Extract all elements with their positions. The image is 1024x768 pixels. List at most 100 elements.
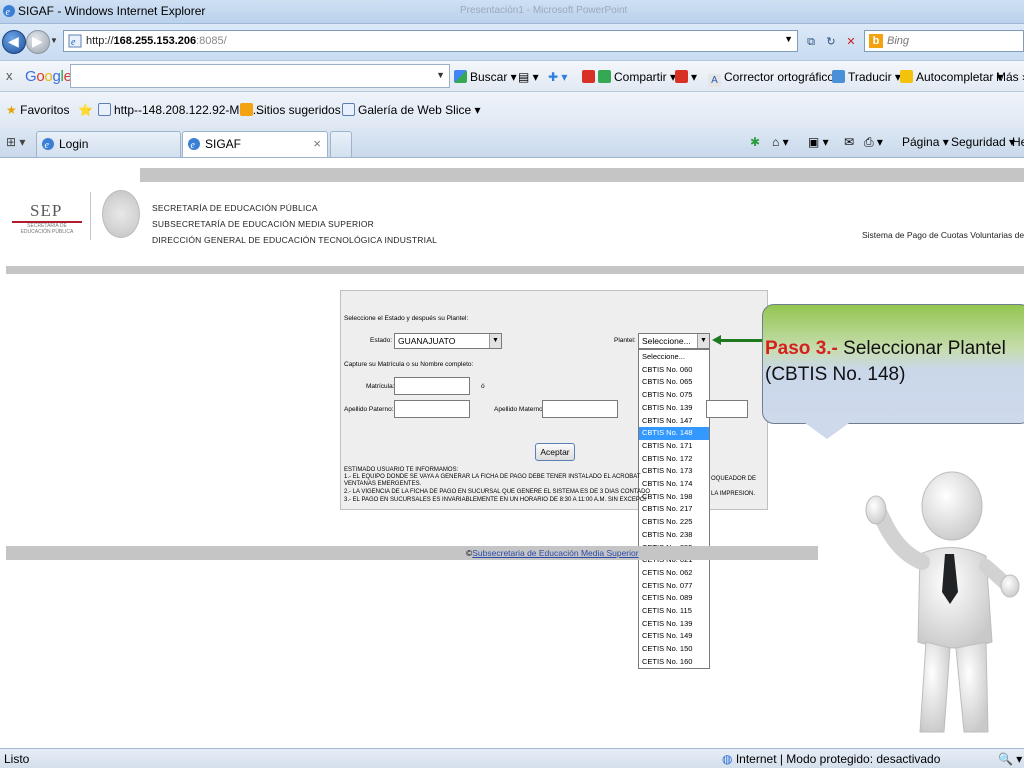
notice-line: 1.- EL EQUIPO DONDE SE VAYA A GENERAR LA… (344, 474, 641, 480)
plantel-select[interactable]: Seleccione... ▼ (638, 333, 710, 349)
estado-select[interactable]: GUANAJUATO ▼ (394, 333, 502, 349)
address-bar[interactable]: e http://168.255.153.206:8085/ ▼ (63, 30, 798, 52)
plantel-option[interactable]: CBTIS No. 172 (639, 453, 709, 466)
sep-logo-subtitle: SECRETARÍA DE EDUCACIÓN PÚBLICA (20, 223, 74, 235)
apellido-materno-input[interactable] (542, 400, 618, 418)
plantel-option[interactable]: CETIS No. 160 (639, 656, 709, 669)
plantel-option[interactable]: Seleccione... (639, 351, 709, 364)
forward-arrow-icon: ▶ (32, 33, 43, 49)
url-dropdown-icon[interactable]: ▼ (784, 34, 793, 44)
footer-band (6, 546, 818, 560)
sep-logo-text: SEP (30, 201, 63, 220)
ghost-window-title: Presentación1 - Microsoft PowerPoint (460, 5, 628, 16)
more-button[interactable]: Más » (996, 70, 1024, 84)
pointer-arrowhead (712, 335, 721, 345)
plantel-option[interactable]: CBTIS No. 217 (639, 503, 709, 516)
share-button[interactable]: Compartir ▾ (582, 70, 676, 84)
plantel-option[interactable]: CETIS No. 115 (639, 605, 709, 618)
tab-login[interactable]: e Login (36, 131, 181, 157)
notice-line: VENTANAS EMERGENTES. (344, 481, 422, 487)
pencil-icon (900, 70, 913, 83)
compat-view-icon[interactable]: ⧉ (803, 34, 819, 50)
system-title: Sistema de Pago de Cuotas Voluntarias de… (862, 230, 1024, 240)
zoom-icon[interactable]: 🔍 ▾ (998, 752, 1022, 766)
back-arrow-icon: ◀ (8, 33, 19, 49)
tab-sigaf[interactable]: e SIGAF × (182, 131, 328, 157)
svg-text:e: e (6, 7, 11, 18)
back-button[interactable]: ◀ (2, 30, 26, 54)
spellcheck-button[interactable]: A Corrector ortográfico ▾ (708, 70, 843, 87)
rss-icon[interactable]: ▣ ▾ (808, 135, 829, 149)
plantel-option[interactable]: CETIS No. 062 (639, 567, 709, 580)
plantel-option[interactable]: CBTIS No. 148 (639, 427, 709, 440)
footer-link[interactable]: Subsecretaria de Educación Media Superio… (472, 548, 638, 558)
callout-step: Paso 3.- (765, 338, 838, 359)
plantel-option[interactable]: CETIS No. 150 (639, 643, 709, 656)
plantel-option[interactable]: CETIS No. 077 (639, 580, 709, 593)
plantel-option[interactable]: CBTIS No. 065 (639, 376, 709, 389)
plus-tools-icon[interactable]: ✚ ▾ (548, 70, 567, 84)
status-text: Listo (4, 752, 30, 766)
plantel-dropdown-list[interactable]: Seleccione... CBTIS No. 060 CBTIS No. 065 C… (638, 349, 710, 669)
favorites-button[interactable]: ★ Favoritos (6, 103, 69, 117)
aceptar-button[interactable]: Aceptar (535, 443, 575, 461)
toolbar-close-icon[interactable]: x (6, 68, 13, 83)
plantel-option[interactable]: CBTIS No. 147 (639, 415, 709, 428)
google-search-input[interactable]: ▼ (70, 64, 450, 88)
search-box[interactable]: b Bing (864, 30, 1024, 52)
add-favorite-icon[interactable]: ⭐ (78, 103, 93, 117)
chevron-down-icon: ▼ (697, 334, 709, 348)
plantel-option[interactable]: CBTIS No. 060 (639, 364, 709, 377)
plantel-option[interactable]: CETIS No. 139 (639, 618, 709, 631)
refresh-icon[interactable]: ↻ (823, 34, 839, 50)
forward-button[interactable]: ▶ (26, 30, 50, 54)
feeds-green-icon[interactable]: ✱ (750, 135, 760, 149)
page-icon (342, 103, 355, 116)
form-intro: Seleccione el Estado y después su Plante… (344, 315, 469, 322)
plantel-option[interactable]: CBTIS No. 225 (639, 516, 709, 529)
google-search-button[interactable]: Buscar ▾ (454, 70, 517, 84)
svg-text:e: e (71, 37, 76, 48)
notice-line: 3.- EL PAGO EN SUCURSALES ES INVARIABLEM… (344, 497, 646, 503)
notice-line-tail: OQUEADOR DE (711, 476, 757, 482)
nombre-input[interactable] (706, 400, 748, 418)
plantel-option[interactable]: CBTIS No. 238 (639, 529, 709, 542)
page-menu-button[interactable]: Página ▾ (902, 135, 949, 149)
quick-tabs-icon[interactable]: ⊞ ▾ (6, 135, 25, 149)
autofill-button[interactable]: Autocompletar ▾ (900, 70, 1003, 84)
plantel-option[interactable]: CBTIS No. 139 (639, 402, 709, 415)
page-tools-icon[interactable]: ▤ ▾ (518, 70, 539, 84)
apellido-paterno-input[interactable] (394, 400, 470, 418)
coat-of-arms-seal (102, 190, 140, 238)
page-icon (98, 103, 111, 116)
translate-button[interactable]: Traducir ▾ (832, 70, 901, 84)
history-dropdown-icon[interactable]: ▼ (50, 36, 58, 45)
plantel-option[interactable]: CBTIS No. 075 (639, 389, 709, 402)
help-menu-button[interactable]: He (1012, 135, 1024, 149)
plantel-option[interactable]: CETIS No. 089 (639, 592, 709, 605)
notice-line-tail: LA IMPRESION. (711, 491, 756, 497)
home-icon[interactable]: ⌂ ▾ (772, 135, 789, 149)
translate-menu-icon[interactable]: ▾ (675, 70, 697, 84)
mail-icon[interactable]: ✉ (844, 135, 854, 149)
web-slice-gallery-button[interactable]: Galería de Web Slice ▾ (342, 103, 481, 117)
matricula-input[interactable] (394, 377, 470, 395)
callout-action: Seleccionar Plantel (843, 338, 1006, 359)
plantel-option[interactable]: CBTIS No. 173 (639, 465, 709, 478)
or-label: ó (481, 383, 485, 390)
security-menu-button[interactable]: Seguridad ▾ (951, 135, 1015, 149)
plantel-option[interactable]: CBTIS No. 171 (639, 440, 709, 453)
stop-icon[interactable]: ✕ (843, 34, 859, 50)
chevron-down-icon: ▼ (489, 334, 501, 348)
print-icon[interactable]: ⎙ ▾ (864, 135, 883, 150)
logo-divider (90, 192, 91, 240)
favorite-link-1[interactable]: http--148.208.122.92-Men... (98, 103, 263, 117)
new-tab-button[interactable] (330, 131, 352, 157)
svg-text:e: e (191, 140, 196, 151)
search-icon (454, 70, 467, 83)
title-bar: e SIGAF - Windows Internet Explorer Pres… (0, 0, 1024, 24)
spellcheck-icon: A (708, 74, 721, 87)
plantel-option[interactable]: CETIS No. 149 (639, 630, 709, 643)
suggested-sites-button[interactable]: Sitios sugeridos ▾ (240, 103, 350, 117)
close-tab-icon[interactable]: × (313, 136, 321, 151)
